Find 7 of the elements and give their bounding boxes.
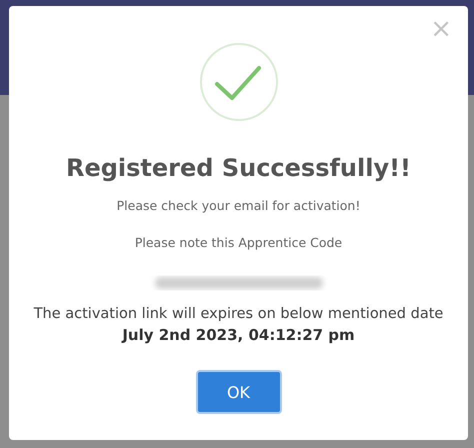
expiry-date: July 2nd 2023, 04:12:27 pm: [122, 326, 355, 344]
dialog-title: Registered Successfully!!: [66, 154, 412, 182]
apprentice-code-note: Please note this Apprentice Code: [134, 235, 342, 250]
checkmark-icon: [198, 42, 278, 122]
activation-message: Please check your email for activation!: [116, 198, 360, 213]
expiry-message: The activation link will expires on below mentioned date: [34, 306, 444, 322]
ok-button[interactable]: OK: [196, 370, 282, 414]
